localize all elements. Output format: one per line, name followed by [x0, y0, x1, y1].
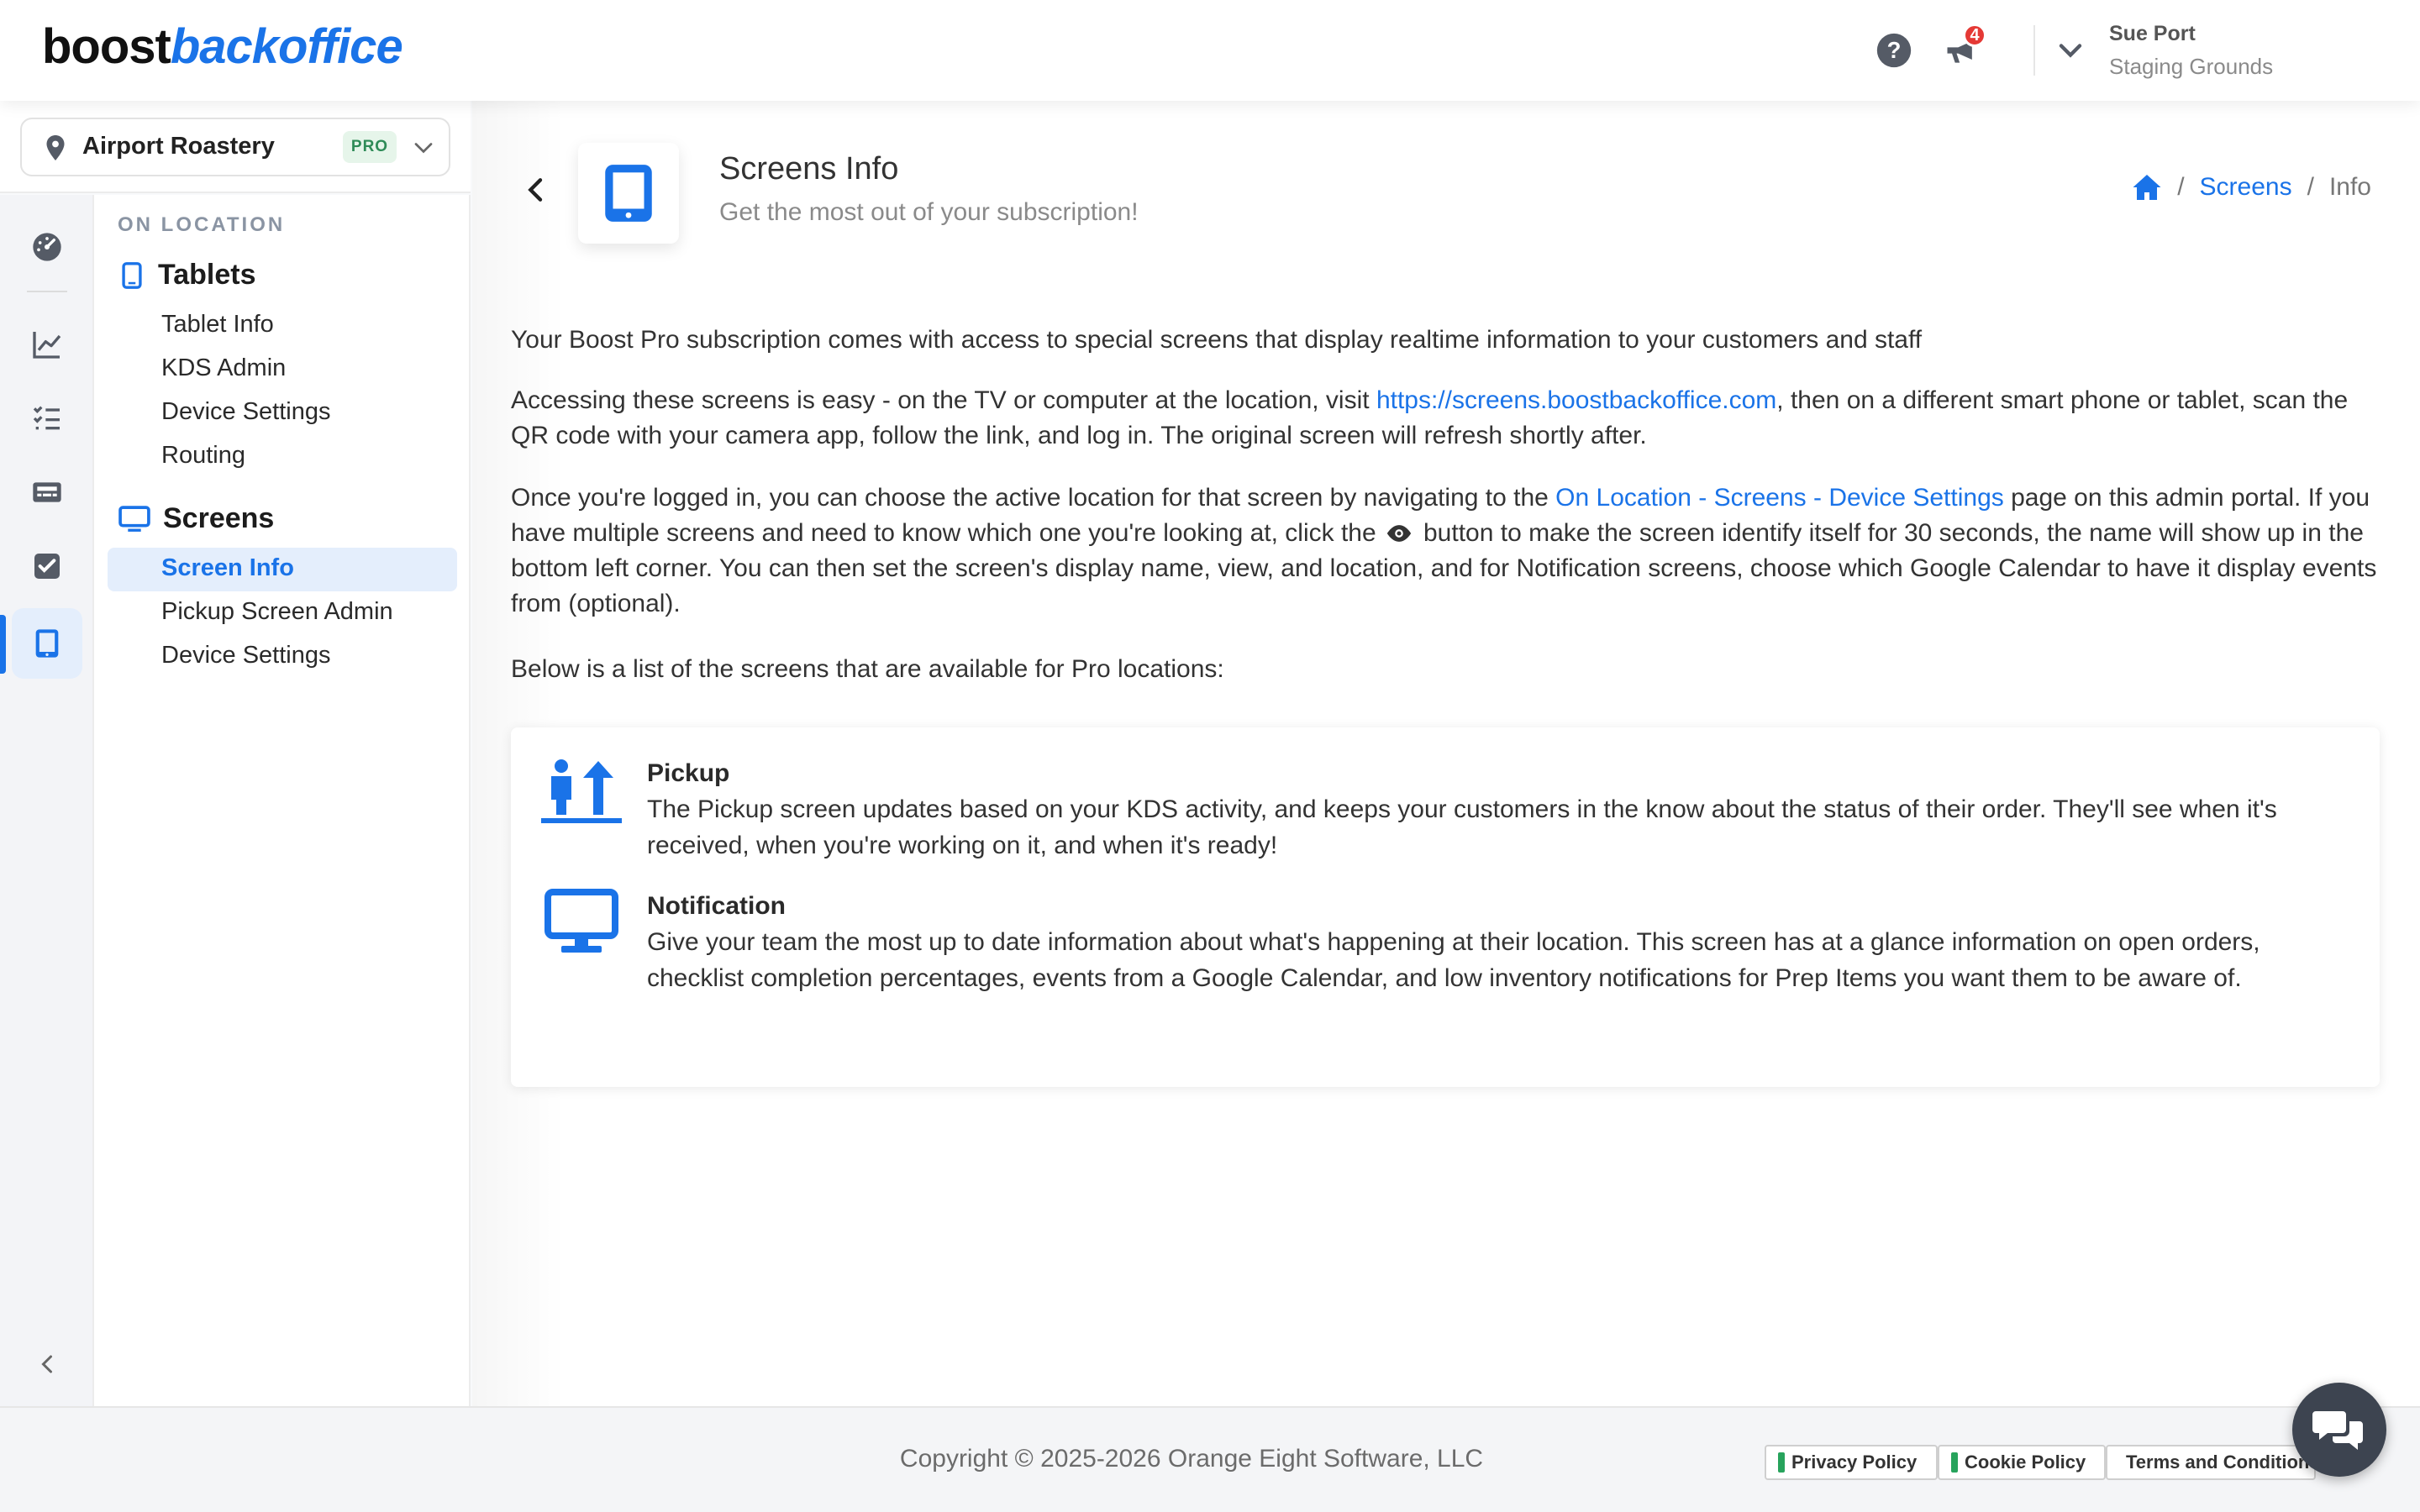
policy-icon [1778, 1452, 1785, 1473]
screen-title-notification: Notification [647, 892, 786, 920]
home-icon[interactable] [2132, 173, 2162, 202]
rail-on-location[interactable] [12, 608, 82, 679]
location-panel: Airport Roastery PRO [0, 101, 471, 193]
chevron-down-icon [414, 143, 433, 154]
sub-navigation: ON LOCATION Tablets Tablet Info KDS Admi… [94, 195, 471, 1406]
chart-icon [33, 332, 61, 359]
breadcrumb-current: Info [2328, 173, 2371, 201]
chat-bubbles-icon [2312, 1411, 2363, 1450]
icon-rail [0, 195, 94, 1406]
breadcrumb: / Screens / Info [2132, 173, 2371, 202]
rail-dashboard[interactable] [12, 212, 82, 282]
nav-kds-admin[interactable]: KDS Admin [161, 354, 286, 382]
eye-icon [1386, 525, 1411, 542]
page-icon-card [578, 143, 679, 244]
intro-paragraph: Your Boost Pro subscription comes with a… [511, 326, 1923, 354]
chevron-down-icon[interactable] [2052, 32, 2089, 69]
rail-tasks[interactable] [12, 531, 82, 601]
monitor-icon [544, 889, 618, 953]
screen-desc-pickup: The Pickup screen updates based on your … [647, 795, 2277, 859]
footer: Copyright © 2025-2026 Orange Eight Softw… [0, 1406, 2420, 1512]
dashboard-icon [33, 233, 61, 261]
page-title: Screens Info [719, 151, 899, 186]
logo[interactable]: boostbackoffice [42, 18, 403, 75]
tablet-icon [122, 261, 142, 289]
breadcrumb-separator: / [2307, 173, 2314, 201]
screen-title-pickup: Pickup [647, 759, 730, 787]
monitor-icon [118, 505, 150, 532]
cookie-policy-label: Cookie Policy [1965, 1452, 2086, 1473]
rail-divider [27, 291, 67, 292]
group-tablets[interactable]: Tablets [118, 259, 256, 291]
cookie-policy-button[interactable]: Cookie Policy [1938, 1445, 2106, 1480]
tablet-icon [605, 165, 652, 222]
rail-reports[interactable] [12, 309, 82, 380]
screen-desc-notification: Give your team the most up to date infor… [647, 928, 2260, 992]
logo-text-boost: boost [42, 19, 171, 74]
keyboard-icon [33, 482, 61, 502]
screens-url-link[interactable]: https://screens.boostbackoffice.com [1376, 386, 1776, 414]
back-arrow-icon[interactable] [519, 173, 553, 207]
chat-button[interactable] [2292, 1383, 2386, 1477]
header-divider [2033, 25, 2035, 76]
checklist-icon [33, 406, 60, 430]
map-pin-icon [46, 135, 65, 160]
location-selector[interactable]: Airport Roastery PRO [20, 118, 450, 176]
top-header: boostbackoffice ? 4 Sue Port Staging Gro… [0, 0, 2420, 101]
breadcrumb-screens[interactable]: Screens [2200, 173, 2292, 202]
section-label: ON LOCATION [118, 213, 286, 236]
group-screens[interactable]: Screens [118, 502, 274, 535]
privacy-policy-button[interactable]: Privacy Policy [1765, 1445, 1938, 1480]
tablet-icon [35, 629, 59, 658]
setup-paragraph: Once you're logged in, you can choose th… [511, 480, 2381, 622]
user-org: Staging Grounds [2109, 54, 2274, 79]
nav-routing[interactable]: Routing [161, 442, 245, 470]
screens-list-card: Pickup The Pickup screen updates based o… [511, 727, 2380, 1087]
policy-icon [1951, 1452, 1958, 1473]
help-icon[interactable]: ? [1876, 32, 1912, 69]
notification-badge: 4 [1963, 24, 1986, 47]
location-name: Airport Roastery [82, 133, 275, 160]
device-settings-link[interactable]: On Location - Screens - Device Settings [1555, 484, 2004, 512]
logo-text-backoffice: backoffice [170, 19, 403, 74]
group-title: Screens [163, 502, 275, 534]
terms-label: Terms and Conditions [2126, 1452, 2316, 1473]
nav-screen-info[interactable]: Screen Info [161, 554, 294, 582]
rail-active-indicator [0, 615, 6, 674]
terms-button[interactable]: Terms and Conditions [2106, 1445, 2316, 1480]
privacy-policy-label: Privacy Policy [1791, 1452, 1918, 1473]
checkbox-icon [34, 554, 60, 579]
access-paragraph: Accessing these screens is easy - on the… [511, 383, 2381, 454]
rail-pos[interactable] [12, 457, 82, 528]
breadcrumb-separator: / [2177, 173, 2185, 201]
list-intro-paragraph: Below is a list of the screens that are … [511, 655, 1224, 683]
nav-tablet-info[interactable]: Tablet Info [161, 311, 274, 339]
rail-checklists[interactable] [12, 383, 82, 454]
pickup-icon [541, 759, 622, 823]
nav-pickup-screen-admin[interactable]: Pickup Screen Admin [161, 598, 393, 626]
group-title: Tablets [158, 259, 256, 291]
collapse-chevron-icon[interactable] [32, 1349, 62, 1379]
text-span: Once you're logged in, you can choose th… [511, 484, 1556, 512]
nav-screen-device-settings[interactable]: Device Settings [161, 642, 331, 669]
svg-text:?: ? [1887, 37, 1902, 63]
nav-tablet-device-settings[interactable]: Device Settings [161, 398, 331, 426]
pro-badge: PRO [343, 131, 397, 163]
text-span: Accessing these screens is easy - on the… [511, 386, 1376, 414]
page-subtitle: Get the most out of your subscription! [719, 198, 1139, 226]
user-name[interactable]: Sue Port [2109, 22, 2196, 46]
